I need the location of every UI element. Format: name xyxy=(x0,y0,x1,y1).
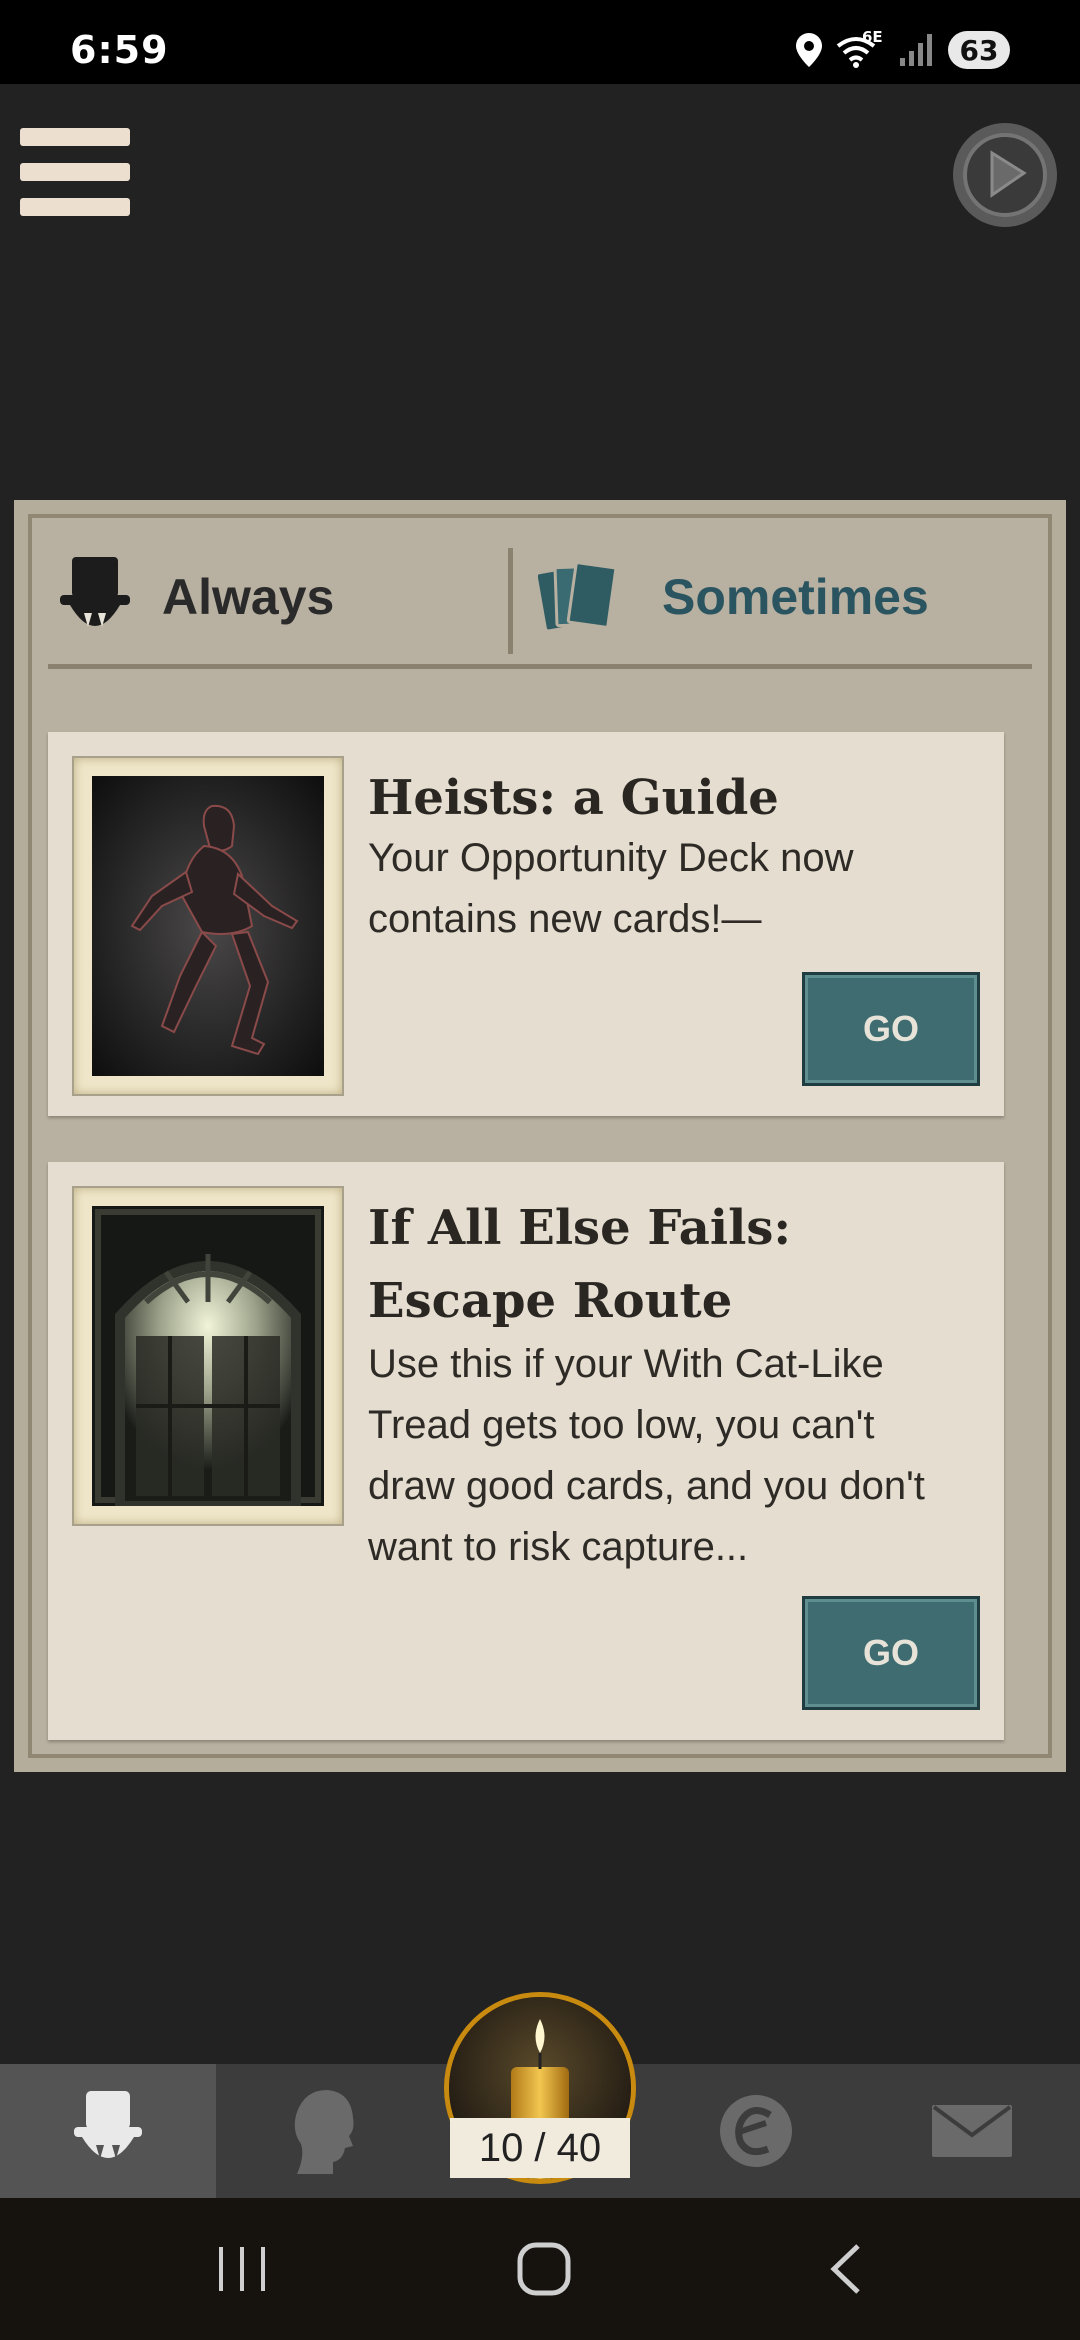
top-hat-fangs-icon xyxy=(74,2091,142,2159)
wifi-icon: 6E xyxy=(836,28,886,68)
nav-fate[interactable] xyxy=(648,2064,864,2198)
storylet-title: Heists: a Guide xyxy=(368,770,779,826)
tab-always-label: Always xyxy=(162,569,335,625)
card-image-frame xyxy=(72,1186,344,1526)
home-circle-icon xyxy=(517,2242,571,2296)
actions-counter: 10 / 40 xyxy=(450,2118,630,2178)
recent-apps-icon xyxy=(219,2247,265,2291)
app-content: Always Sometimes Heists: a Guide Your Op… xyxy=(0,84,1080,2064)
profile-silhouette-icon xyxy=(294,2090,354,2174)
system-nav-bar xyxy=(0,2198,1080,2340)
battery-indicator: 63 xyxy=(948,31,1010,69)
storylet-card: Heists: a Guide Your Opportunity Deck no… xyxy=(48,732,1004,1116)
back-button[interactable] xyxy=(776,2198,916,2340)
storylet-panel: Always Sometimes Heists: a Guide Your Op… xyxy=(14,500,1066,1772)
network-type-label: 6E xyxy=(862,28,883,46)
status-icons: 6E 63 xyxy=(796,28,1010,70)
play-circle-icon xyxy=(953,123,1057,227)
go-button[interactable]: GO xyxy=(802,972,980,1086)
nav-messages[interactable] xyxy=(864,2064,1080,2198)
storylet-title: If All Else Fails: Escape Route xyxy=(368,1200,792,1329)
go-button[interactable]: GO xyxy=(802,1596,980,1710)
tab-sometimes[interactable]: Sometimes xyxy=(508,530,1008,664)
arched-door-image xyxy=(92,1206,324,1506)
mail-envelope-icon xyxy=(932,2105,1012,2157)
home-button[interactable] xyxy=(474,2198,614,2340)
storylet-description: Use this if your With Cat-Like Tread get… xyxy=(368,1342,925,1569)
location-icon xyxy=(796,33,822,67)
play-button[interactable] xyxy=(950,120,1060,230)
top-hat-fangs-icon xyxy=(60,557,130,627)
echo-currency-icon xyxy=(720,2095,792,2167)
nav-story[interactable] xyxy=(0,2064,216,2198)
status-time: 6:59 xyxy=(70,28,169,72)
tab-always[interactable]: Always xyxy=(48,530,508,664)
tab-bar: Always Sometimes xyxy=(48,530,1032,669)
storylet-description: Your Opportunity Deck now contains new c… xyxy=(368,836,854,941)
status-bar: 6:59 6E 63 xyxy=(0,0,1080,84)
signal-icon xyxy=(900,34,932,66)
nav-myself[interactable] xyxy=(216,2064,432,2198)
card-image-frame xyxy=(72,756,344,1096)
menu-button[interactable] xyxy=(20,128,130,224)
storylet-card: If All Else Fails: Escape Route Use this… xyxy=(48,1162,1004,1740)
hamburger-menu-icon xyxy=(20,128,130,146)
back-chevron-icon xyxy=(830,2244,860,2294)
cards-deck-icon xyxy=(538,561,618,630)
tab-sometimes-label: Sometimes xyxy=(662,569,929,625)
recent-apps-button[interactable] xyxy=(172,2198,312,2340)
hooded-thief-image xyxy=(92,776,324,1076)
